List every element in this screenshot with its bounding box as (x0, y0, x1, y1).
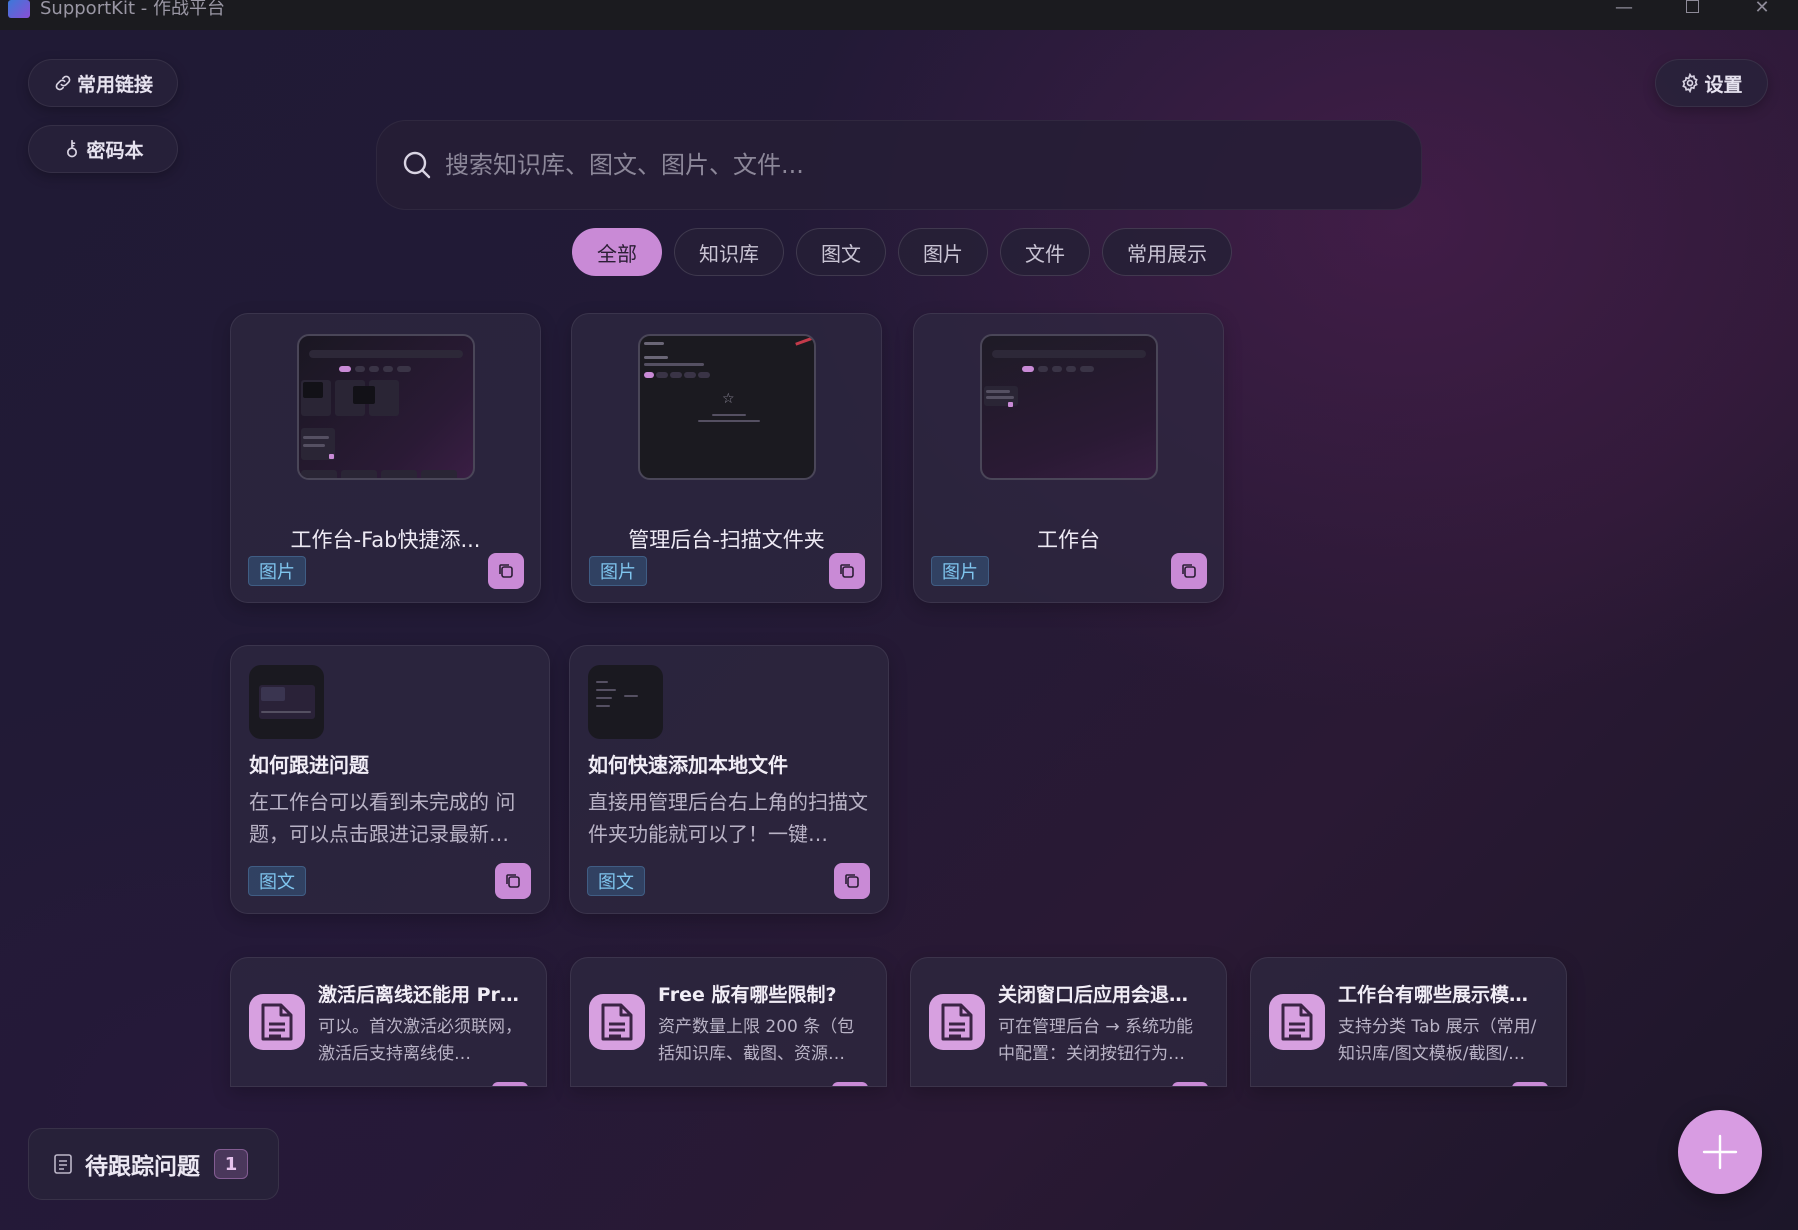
document-icon (249, 994, 305, 1050)
plus-icon (1702, 1134, 1738, 1170)
article-description: 在工作台可以看到未完成的 问题，可以点击跟进记录最新… (249, 790, 516, 846)
image-card-title: 工作台-Fab快捷添... (290, 528, 481, 552)
document-icon (589, 994, 645, 1050)
minimize-button[interactable]: — (1604, 0, 1644, 20)
tab-all[interactable]: 全部 (572, 228, 662, 276)
copy-icon (845, 874, 859, 888)
image-thumbnail: ☆ (638, 334, 816, 480)
article-thumbnail (249, 665, 324, 739)
window-title: SupportKit - 作战平台 (40, 0, 225, 19)
knowledge-title: 工作台有哪些展示模… (1338, 984, 1529, 1006)
search-input[interactable] (445, 151, 1345, 179)
image-card-title: 工作台 (1037, 528, 1100, 552)
article-title: 如何跟进问题 (249, 753, 369, 777)
knowledge-description: 支持分类 Tab 展示（常用/知识库/图文模板/截图/… (1338, 1017, 1537, 1064)
tab-files[interactable]: 文件 (1000, 228, 1090, 276)
article-card[interactable]: 如何快速添加本地文件 直接用管理后台右上角的扫描文件夹功能就可以了！一键… 图文 (569, 645, 889, 914)
article-description: 直接用管理后台右上角的扫描文件夹功能就可以了！一键… (588, 790, 868, 846)
settings-button[interactable]: 设置 (1655, 59, 1768, 107)
type-tag: 图片 (931, 556, 989, 586)
notes-icon (54, 1154, 72, 1174)
close-button[interactable]: ✕ (1742, 0, 1782, 20)
knowledge-title: Free 版有哪些限制? (658, 984, 837, 1006)
copy-button[interactable] (829, 553, 865, 589)
add-button[interactable] (1678, 1110, 1762, 1194)
pending-issues-button[interactable]: 待跟踪问题 1 (28, 1128, 279, 1200)
knowledge-title: 激活后离线还能用 Pr… (318, 984, 519, 1006)
image-card[interactable]: 工作台 图片 (913, 313, 1224, 603)
type-tag: 图片 (248, 556, 306, 586)
copy-button[interactable] (1172, 1082, 1208, 1086)
password-book-label: 密码本 (86, 139, 144, 162)
copy-icon (1182, 564, 1196, 578)
image-card[interactable]: 工作台-Fab快捷添... 图片 (230, 313, 541, 603)
knowledge-card[interactable]: 关闭窗口后应用会退… 可在管理后台 → 系统功能中配置：关闭按钮行为… (910, 957, 1227, 1087)
gear-icon (1682, 73, 1699, 93)
maximize-button[interactable] (1672, 0, 1712, 20)
knowledge-card[interactable]: Free 版有哪些限制? 资产数量上限 200 条（包括知识库、截图、资源… (570, 957, 887, 1087)
common-links-label: 常用链接 (76, 73, 153, 96)
article-title: 如何快速添加本地文件 (588, 753, 788, 777)
type-tag: 图文 (248, 866, 306, 896)
key-icon (67, 139, 78, 158)
search-bar[interactable] (376, 120, 1422, 210)
copy-button[interactable] (834, 863, 870, 899)
knowledge-card[interactable]: 工作台有哪些展示模… 支持分类 Tab 展示（常用/知识库/图文模板/截图/… (1250, 957, 1567, 1087)
copy-button[interactable] (832, 1082, 868, 1086)
type-tag: 图片 (589, 556, 647, 586)
image-thumbnail (980, 334, 1158, 480)
pending-issues-label: 待跟踪问题 (85, 1154, 200, 1180)
settings-label: 设置 (1704, 73, 1743, 96)
tab-images[interactable]: 图片 (898, 228, 988, 276)
copy-button[interactable] (1512, 1082, 1548, 1086)
image-thumbnail (297, 334, 475, 480)
link-icon (55, 75, 71, 91)
filter-tabs: 全部 知识库 图文 图片 文件 常用展示 (572, 228, 1232, 276)
article-card[interactable]: 如何跟进问题 在工作台可以看到未完成的 问题，可以点击跟进记录最新… 图文 (230, 645, 550, 914)
article-thumbnail (588, 665, 663, 739)
knowledge-description: 资产数量上限 200 条（包括知识库、截图、资源… (658, 1017, 855, 1064)
type-tag: 图文 (587, 866, 645, 896)
knowledge-title: 关闭窗口后应用会退… (998, 984, 1189, 1006)
knowledge-description: 可在管理后台 → 系统功能中配置：关闭按钮行为… (998, 1017, 1194, 1064)
search-icon (403, 151, 431, 179)
image-card[interactable]: ☆ 管理后台-扫描文件夹 图片 (571, 313, 882, 603)
copy-button[interactable] (488, 553, 524, 589)
common-links-button[interactable]: 常用链接 (28, 59, 178, 107)
copy-icon (499, 564, 513, 578)
pending-issues-count-badge: 1 (214, 1149, 248, 1179)
knowledge-description: 可以。首次激活必须联网，激活后支持离线使… (318, 1017, 522, 1064)
tab-articles[interactable]: 图文 (796, 228, 886, 276)
tab-favorites[interactable]: 常用展示 (1102, 228, 1232, 276)
app-logo-icon (8, 0, 30, 18)
document-icon (929, 994, 985, 1050)
copy-icon (506, 874, 520, 888)
copy-button[interactable] (495, 863, 531, 899)
document-icon (1269, 994, 1325, 1050)
tab-knowledge-base[interactable]: 知识库 (674, 228, 784, 276)
password-book-button[interactable]: 密码本 (28, 125, 178, 173)
copy-button[interactable] (492, 1082, 528, 1086)
title-bar: SupportKit - 作战平台 — ✕ (0, 0, 1798, 30)
image-card-title: 管理后台-扫描文件夹 (628, 528, 825, 552)
copy-button[interactable] (1171, 553, 1207, 589)
copy-icon (840, 564, 854, 578)
knowledge-card[interactable]: 激活后离线还能用 Pr… 可以。首次激活必须联网，激活后支持离线使… (230, 957, 547, 1087)
